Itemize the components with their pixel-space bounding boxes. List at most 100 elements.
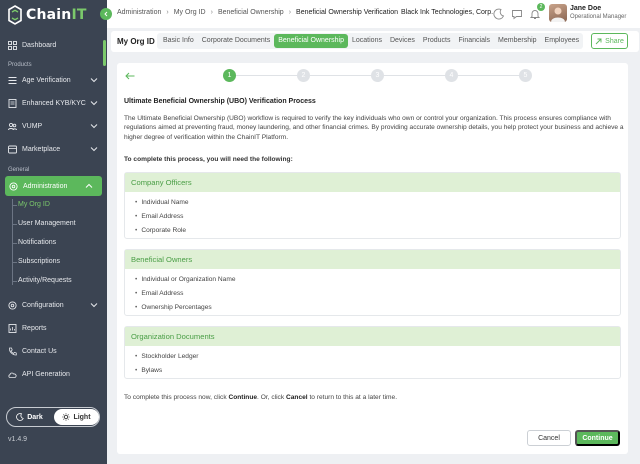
tab-financials[interactable]: Financials [455, 34, 495, 48]
sidebar-subitem-user-management[interactable]: User Management [18, 218, 76, 230]
report-icon [8, 323, 17, 333]
step-connector [310, 75, 371, 76]
share-button[interactable]: Share [591, 33, 628, 49]
breadcrumb: Administration › My Org ID › Beneficial … [117, 9, 493, 16]
chevron-up-icon [85, 183, 93, 188]
tab-corporate-documents[interactable]: Corporate Documents [198, 34, 274, 48]
breadcrumb-item-current: Beneficial Ownership Verification [296, 9, 398, 16]
sidebar-subitem-notifications[interactable]: Notifications [18, 237, 56, 249]
sidebar-item-marketplace[interactable]: Marketplace [0, 139, 107, 159]
list-item: Corporate Role [135, 224, 620, 238]
gear-icon [9, 181, 18, 191]
sidebar-item-api-generation[interactable]: API Generation [0, 364, 107, 384]
user-role: Operational Manager [570, 14, 627, 20]
step-5: 5 [519, 69, 532, 82]
brand-logo[interactable]: ChainIT [8, 4, 87, 26]
list-item: Individual Name [135, 196, 620, 210]
theme-toggle[interactable]: Dark Light [6, 407, 100, 427]
sidebar-item-label: VUMP [22, 122, 43, 130]
submenu-tick [12, 281, 17, 282]
sidebar-item-vump[interactable]: VUMP [0, 116, 107, 136]
requirement-company-officers: Company Officers Individual Name Email A… [124, 172, 621, 239]
bell-icon[interactable]: 2 [529, 3, 545, 19]
requirements-heading: To complete this process, you will need … [124, 156, 293, 163]
cloud-icon [8, 370, 17, 379]
sidebar-subitem-activity-requests[interactable]: Activity/Requests [18, 275, 72, 287]
users-icon [8, 122, 17, 131]
org-tabbar: My Org ID Basic Info Corporate Documents… [111, 31, 639, 52]
list-item: Stockholder Ledger [135, 350, 620, 364]
avatar[interactable] [549, 4, 567, 22]
requirement-organization-documents: Organization Documents Stockholder Ledge… [124, 326, 621, 379]
sidebar-item-label: Reports [22, 324, 47, 332]
list-item: Bylaws [135, 364, 620, 378]
tab-beneficial-ownership[interactable]: Beneficial Ownership [274, 34, 348, 48]
step-3: 3 [371, 69, 384, 82]
store-icon [8, 145, 17, 154]
tab-basic-info[interactable]: Basic Info [159, 34, 198, 48]
sidebar-item-label: Dashboard [22, 41, 57, 49]
step-4: 4 [445, 69, 458, 82]
header-actions: 2 [493, 3, 547, 20]
tab-locations[interactable]: Locations [348, 34, 386, 48]
sidebar-item-label: Marketplace [22, 145, 61, 153]
section-label-general: General [8, 167, 30, 173]
collapse-sidebar-button[interactable] [100, 8, 112, 20]
sidebar-subitem-subscriptions[interactable]: Subscriptions [18, 256, 60, 268]
sidebar-item-label: Configuration [22, 301, 64, 309]
theme-dark-option[interactable]: Dark [7, 409, 52, 425]
sidebar: ChainIT Dashboard Products Age Verificat… [0, 0, 112, 464]
chevron-down-icon [90, 303, 98, 308]
theme-light-label: Light [73, 413, 91, 421]
sidebar-item-label: Administration [23, 182, 68, 190]
breadcrumb-separator-icon: › [166, 9, 169, 16]
tab-products[interactable]: Products [419, 34, 455, 48]
tab-membership[interactable]: Membership [494, 34, 541, 48]
breadcrumb-item-beneficial-ownership[interactable]: Beneficial Ownership [218, 9, 284, 16]
tab-devices[interactable]: Devices [386, 34, 419, 48]
app-version: v1.4.9 [8, 436, 28, 443]
tab-employees[interactable]: Employees [541, 34, 584, 48]
brand-name: ChainIT [26, 7, 87, 23]
chat-icon[interactable] [511, 7, 523, 20]
step-2: 2 [297, 69, 310, 82]
share-arrow-icon [595, 38, 602, 44]
dark-mode-icon[interactable] [493, 7, 505, 20]
sidebar-item-label: Contact Us [22, 347, 57, 355]
list-item: Email Address [135, 287, 620, 301]
step-connector [458, 75, 519, 76]
submenu-tick [12, 243, 17, 244]
user-name: Jane Doe [570, 5, 602, 12]
chevron-down-icon [90, 147, 98, 152]
sidebar-item-reports[interactable]: Reports [0, 318, 107, 338]
sidebar-item-configuration[interactable]: Configuration [0, 295, 107, 315]
sidebar-item-enhanced-kyb-kyc[interactable]: Enhanced KYB/KYC [0, 93, 107, 113]
moon-icon [16, 413, 24, 421]
closing-text: To complete this process now, click Cont… [124, 394, 398, 401]
phone-icon [8, 347, 17, 356]
theme-light-option[interactable]: Light [54, 409, 99, 425]
share-label: Share [605, 37, 624, 45]
chevron-down-icon [90, 101, 98, 106]
page-title: My Org ID [117, 37, 155, 46]
sidebar-subitem-my-org-id[interactable]: My Org ID [18, 199, 50, 211]
notification-badge: 2 [537, 3, 545, 11]
sun-icon [62, 413, 71, 421]
process-title: Ultimate Beneficial Ownership (UBO) Veri… [124, 98, 316, 105]
stepper: 1 2 3 4 5 [223, 69, 532, 83]
tab-group: Basic Info Corporate Documents Beneficia… [157, 33, 583, 49]
list-item: Email Address [135, 210, 620, 224]
breadcrumb-item-administration[interactable]: Administration [117, 9, 161, 16]
requirement-title: Organization Documents [125, 327, 620, 346]
sidebar-item-age-verification[interactable]: Age Verification [0, 70, 107, 90]
process-intro: The Ultimate Beneficial Ownership (UBO) … [124, 115, 624, 141]
sidebar-item-dashboard[interactable]: Dashboard [0, 35, 107, 55]
breadcrumb-item-my-org-id[interactable]: My Org ID [174, 9, 206, 16]
sidebar-item-contact-us[interactable]: Contact Us [0, 341, 107, 361]
sidebar-item-administration[interactable]: Administration [5, 176, 102, 196]
continue-button[interactable]: Continue [575, 430, 620, 446]
cancel-button[interactable]: Cancel [527, 430, 571, 446]
chainit-logo-icon [8, 5, 22, 25]
back-arrow-icon[interactable] [125, 72, 135, 80]
document-icon [8, 98, 17, 108]
